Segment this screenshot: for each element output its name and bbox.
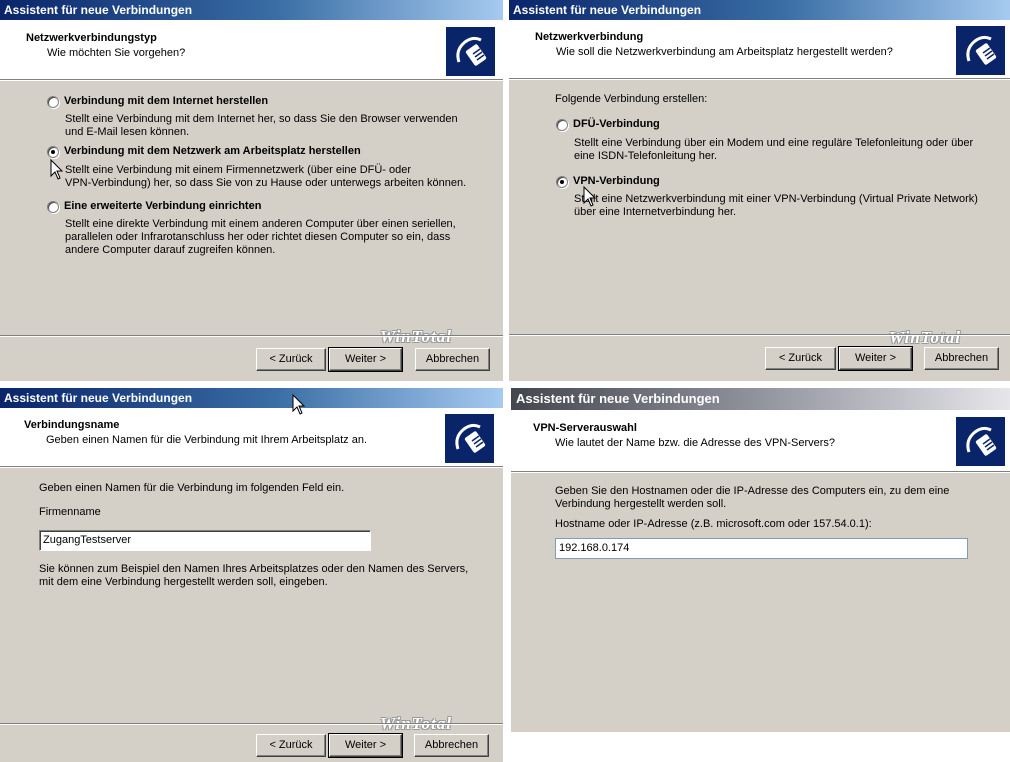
window-title: Assistent für neue Verbindungen [0, 0, 503, 20]
option-vpn-desc-2: über eine Internetverbindung her. [574, 206, 737, 218]
intro-text-1: Geben Sie den Hostnamen oder die IP-Adre… [555, 485, 950, 497]
radio-workplace-network[interactable] [47, 146, 59, 158]
mouse-pointer-icon [583, 186, 597, 207]
network-cable-icon [445, 414, 494, 463]
hint-text-1: Sie können zum Beispiel den Namen Ihres … [39, 563, 469, 575]
radio-vpn[interactable] [556, 176, 568, 188]
wizard-connection-name: Assistent für neue Verbindungen Verbindu… [0, 388, 503, 762]
separator [0, 723, 503, 725]
radio-internet[interactable] [47, 96, 59, 108]
option-workplace-label[interactable]: Verbindung mit dem Netzwerk am Arbeitspl… [64, 145, 361, 157]
hint-text-2: mit dem eine Verbindung hergestellt werd… [39, 576, 328, 588]
intro-text: Folgende Verbindung erstellen: [555, 93, 708, 105]
wizard-connection-type: Assistent für neue Verbindungen Netzwerk… [0, 0, 503, 381]
window-title: Assistent für neue Verbindungen [509, 0, 1010, 20]
wizard-network-connection: Assistent für neue Verbindungen Netzwerk… [509, 0, 1010, 381]
intro-text-2: Verbindung hergestellt werden soll. [555, 498, 727, 510]
option-workplace-desc-2: VPN-Verbindung) her, so dass Sie von zu … [65, 177, 467, 189]
window-title: Assistent für neue Verbindungen [511, 388, 1010, 410]
wizard-header: Netzwerkverbindungstyp Wie möchten Sie v… [0, 20, 503, 81]
wizard-header: VPN-Serverauswahl Wie lautet der Name bz… [511, 410, 1010, 473]
option-workplace-desc-1: Stellt eine Verbindung mit einem Firmenn… [65, 164, 412, 176]
company-name-label: Firmenname [39, 506, 101, 518]
option-advanced-desc-1: Stellt eine direkte Verbindung mit einem… [65, 218, 456, 230]
next-button[interactable]: Weiter > [838, 346, 913, 371]
header-title: Verbindungsname [24, 419, 120, 431]
header-title: VPN-Serverauswahl [533, 422, 637, 434]
watermark: WinTotal [889, 328, 961, 347]
header-subtitle: Wie soll die Netzwerkverbindung am Arbei… [556, 46, 893, 58]
network-cable-icon [956, 26, 1005, 75]
network-cable-icon [956, 417, 1005, 466]
back-button[interactable]: < Zurück [765, 347, 836, 370]
intro-text: Geben einen Namen für die Verbindung im … [39, 482, 345, 494]
back-button[interactable]: < Zurück [256, 348, 326, 371]
back-button[interactable]: < Zurück [256, 734, 326, 757]
header-subtitle: Wie lautet der Name bzw. die Adresse des… [555, 437, 836, 449]
next-button[interactable]: Weiter > [328, 347, 403, 372]
window-title: Assistent für neue Verbindungen [0, 388, 503, 408]
company-name-input[interactable]: ZugangTestserver [39, 530, 371, 551]
separator [509, 334, 1010, 336]
hostname-label: Hostname oder IP-Adresse (z.B. microsoft… [555, 518, 872, 530]
option-dialup-label[interactable]: DFÜ-Verbindung [573, 118, 660, 130]
option-internet-desc-2: und E-Mail lesen können. [65, 126, 190, 138]
mouse-pointer-icon [292, 394, 306, 415]
option-vpn-desc-1: Stellt eine Netzwerkverbindung mit einer… [574, 193, 978, 205]
header-subtitle: Wie möchten Sie vorgehen? [47, 47, 186, 59]
option-internet-desc-1: Stellt eine Verbindung mit dem Internet … [65, 113, 458, 125]
radio-dialup[interactable] [556, 119, 568, 131]
header-subtitle: Geben einen Namen für die Verbindung mit… [46, 434, 368, 446]
option-dialup-desc-1: Stellt eine Verbindung über ein Modem un… [574, 137, 974, 149]
radio-advanced[interactable] [47, 201, 59, 213]
network-cable-icon [446, 27, 495, 76]
cancel-button[interactable]: Abbrechen [414, 734, 489, 757]
watermark: WinTotal [380, 327, 452, 346]
cancel-button[interactable]: Abbrechen [924, 347, 999, 370]
option-advanced-label[interactable]: Eine erweiterte Verbindung einrichten [64, 200, 261, 212]
mouse-pointer-icon [50, 159, 64, 180]
wizard-vpn-server: Assistent für neue Verbindungen VPN-Serv… [511, 388, 1010, 732]
cancel-button[interactable]: Abbrechen [415, 348, 490, 371]
wizard-header: Verbindungsname Geben einen Namen für di… [0, 408, 503, 468]
separator [0, 335, 503, 337]
hostname-input[interactable]: 192.168.0.174 [555, 538, 968, 559]
option-advanced-desc-2: parallelen oder Infrarotanschluss her od… [65, 231, 451, 243]
option-advanced-desc-3: andere Computer darauf zugreifen können. [65, 244, 276, 256]
header-title: Netzwerkverbindungstyp [26, 32, 157, 44]
header-title: Netzwerkverbindung [535, 31, 644, 43]
option-internet-label[interactable]: Verbindung mit dem Internet herstellen [64, 95, 268, 107]
next-button[interactable]: Weiter > [328, 733, 403, 758]
wizard-header: Netzwerkverbindung Wie soll die Netzwerk… [509, 20, 1010, 80]
option-dialup-desc-2: eine ISDN-Telefonleitung her. [574, 150, 718, 162]
